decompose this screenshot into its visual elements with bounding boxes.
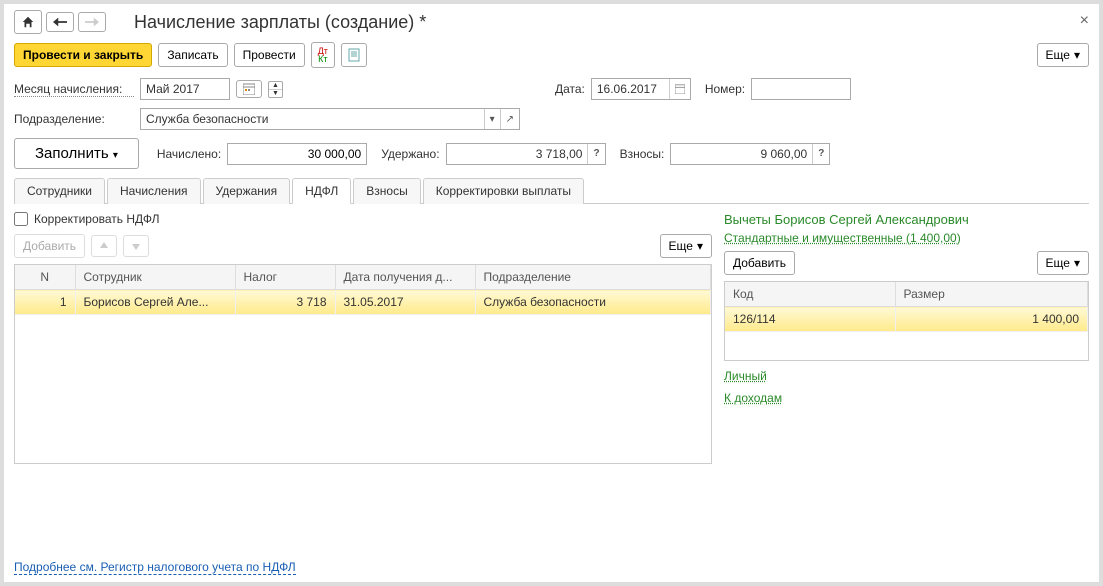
number-field[interactable] xyxy=(751,78,851,100)
date-label: Дата: xyxy=(555,82,585,96)
tab-employees[interactable]: Сотрудники xyxy=(14,178,105,204)
document-icon xyxy=(348,48,360,62)
contrib-label: Взносы: xyxy=(620,147,665,161)
deductions-table[interactable]: Код Размер 126/114 1 400,00 xyxy=(724,281,1089,361)
month-field[interactable]: Май 2017 xyxy=(140,78,230,100)
deductions-title: Вычеты Борисов Сергей Александрович xyxy=(724,212,1089,227)
month-label: Месяц начисления: xyxy=(14,82,134,97)
date-field[interactable]: 16.06.2017 xyxy=(591,78,691,100)
contrib-field[interactable]: 9 060,00 ? xyxy=(670,143,830,165)
close-button[interactable]: × xyxy=(1080,12,1089,30)
tab-payment-corrections[interactable]: Корректировки выплаты xyxy=(423,178,584,204)
tab-accruals[interactable]: Начисления xyxy=(107,178,201,204)
page-title: Начисление зарплаты (создание) * xyxy=(134,12,426,33)
withheld-field[interactable]: 3 718,00 ? xyxy=(446,143,606,165)
department-open-button[interactable]: ↗ xyxy=(500,109,519,129)
chevron-down-icon: ▾ xyxy=(1074,48,1080,62)
department-field[interactable]: Служба безопасности ▾ ↗ xyxy=(140,108,520,130)
calendar-icon xyxy=(675,84,685,94)
col-amount: Размер xyxy=(895,282,1088,307)
write-button[interactable]: Записать xyxy=(158,43,227,67)
footer-register-link[interactable]: Подробнее см. Регистр налогового учета п… xyxy=(14,560,296,575)
withheld-help-button[interactable]: ? xyxy=(587,144,604,164)
accrued-label: Начислено: xyxy=(157,147,221,161)
add-row-button[interactable]: Добавить xyxy=(14,234,85,258)
tab-withholdings[interactable]: Удержания xyxy=(203,178,291,204)
month-up-button[interactable]: ▲ xyxy=(269,82,282,90)
move-down-button[interactable] xyxy=(123,235,149,257)
arrow-down-icon xyxy=(130,240,142,252)
deductions-std-link[interactable]: Стандартные и имущественные (1 400,00) xyxy=(724,231,961,245)
chevron-down-icon: ▾ xyxy=(1074,256,1080,270)
month-down-button[interactable]: ▼ xyxy=(269,90,282,97)
tab-bar: Сотрудники Начисления Удержания НДФЛ Взн… xyxy=(14,177,1089,204)
tab-contributions[interactable]: Взносы xyxy=(353,178,420,204)
to-income-link[interactable]: К доходам xyxy=(724,391,782,405)
forward-button[interactable] xyxy=(78,12,106,32)
correct-ndfl-label: Корректировать НДФЛ xyxy=(34,212,159,226)
chevron-down-icon: ▾ xyxy=(113,150,118,161)
more-button[interactable]: Еще ▾ xyxy=(1037,43,1089,67)
deductions-more-button[interactable]: Еще ▾ xyxy=(1037,251,1089,275)
personal-link[interactable]: Личный xyxy=(724,369,767,383)
home-button[interactable] xyxy=(14,10,42,34)
department-label: Подразделение: xyxy=(14,112,134,126)
arrow-up-icon xyxy=(98,240,110,252)
dt-kt-icon: ДтКт xyxy=(318,47,328,63)
post-and-close-button[interactable]: Провести и закрыть xyxy=(14,43,152,67)
calendar-icon xyxy=(243,83,255,95)
move-up-button[interactable] xyxy=(91,235,117,257)
date-picker-button[interactable] xyxy=(669,79,690,99)
tab-ndfl[interactable]: НДФЛ xyxy=(292,178,351,204)
table-row[interactable]: 126/114 1 400,00 xyxy=(725,307,1088,332)
back-button[interactable] xyxy=(46,12,74,32)
arrow-right-icon xyxy=(85,17,99,27)
correct-ndfl-checkbox[interactable] xyxy=(14,212,28,226)
chevron-down-icon: ▾ xyxy=(697,239,703,253)
month-picker-button[interactable] xyxy=(236,80,262,98)
col-n: N xyxy=(15,265,75,290)
fill-button[interactable]: Заполнить ▾ xyxy=(14,138,139,169)
department-dropdown-button[interactable]: ▾ xyxy=(484,109,500,129)
accrued-field[interactable] xyxy=(227,143,367,165)
print-button[interactable] xyxy=(341,43,367,67)
col-income-date: Дата получения д... xyxy=(335,265,475,290)
ndfl-table[interactable]: N Сотрудник Налог Дата получения д... По… xyxy=(14,264,712,464)
register-movements-button[interactable]: ДтКт xyxy=(311,42,335,68)
col-code: Код xyxy=(725,282,895,307)
table-row[interactable]: 1 Борисов Сергей Але... 3 718 31.05.2017… xyxy=(15,290,711,315)
deductions-add-button[interactable]: Добавить xyxy=(724,251,795,275)
number-label: Номер: xyxy=(705,82,745,96)
contrib-help-button[interactable]: ? xyxy=(812,144,829,164)
post-button[interactable]: Провести xyxy=(234,43,305,67)
col-employee: Сотрудник xyxy=(75,265,235,290)
withheld-label: Удержано: xyxy=(381,147,439,161)
home-icon xyxy=(21,15,35,29)
table-more-button[interactable]: Еще ▾ xyxy=(660,234,712,258)
col-department: Подразделение xyxy=(475,265,711,290)
arrow-left-icon xyxy=(53,17,67,27)
col-tax: Налог xyxy=(235,265,335,290)
